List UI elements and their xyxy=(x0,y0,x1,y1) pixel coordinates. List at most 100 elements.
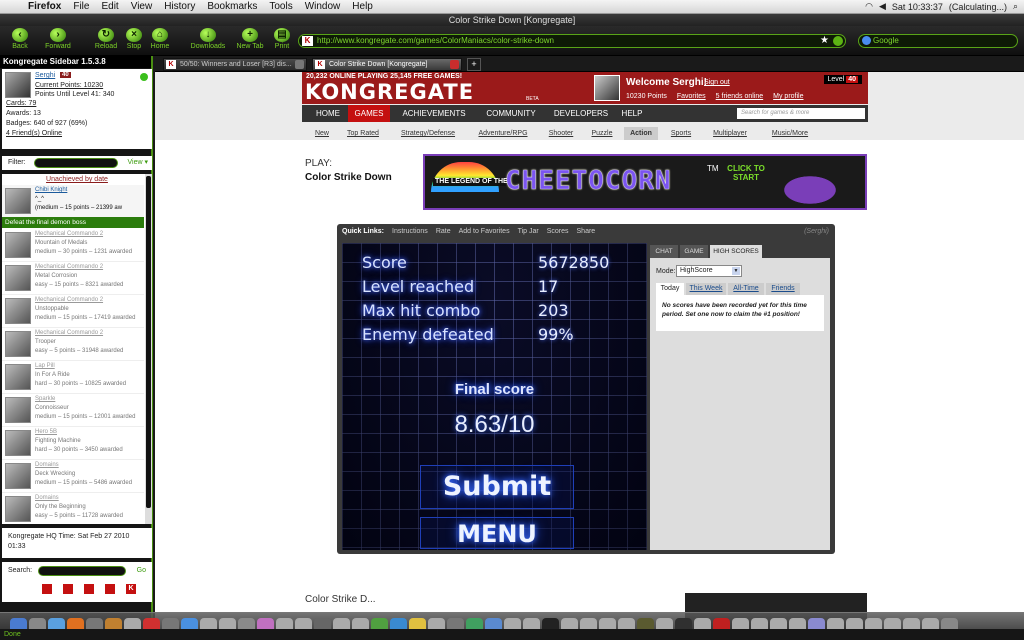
go-icon[interactable] xyxy=(833,36,843,46)
bookmark-star-icon[interactable]: ★ xyxy=(820,35,829,47)
badge-game-name[interactable]: Chibi Knight xyxy=(35,187,67,193)
subnav-music[interactable]: Music/More xyxy=(762,127,818,140)
new-tab-button[interactable]: + New Tab xyxy=(232,28,268,54)
sidebar-search-input[interactable] xyxy=(38,566,126,576)
tab-5050[interactable]: K 50/50: Winners and Loser [R3] dis... xyxy=(163,58,307,71)
sidebar-username[interactable]: Serghi xyxy=(35,72,55,79)
url-bar[interactable]: K http://www.kongregate.com/games/ColorM… xyxy=(298,34,846,48)
list-item[interactable]: Chibi Knight ^_^ (medium – 15 points – 2… xyxy=(2,185,144,218)
list-item[interactable]: Mechanical Commando 2 Metal Corrosion ea… xyxy=(2,262,144,295)
wifi-icon[interactable]: ◠ xyxy=(865,1,873,12)
badge-game-name[interactable]: Domains xyxy=(35,462,59,468)
menu-history[interactable]: History xyxy=(158,1,201,12)
list-item[interactable]: Domains Deck Wrecking medium – 15 points… xyxy=(2,460,144,493)
sidebar-search-go[interactable]: Go xyxy=(137,567,146,574)
current-points[interactable]: Current Points: 10230 xyxy=(35,82,103,89)
nav-developers[interactable]: DEVELOPERS xyxy=(548,105,614,122)
badge-list-scrollbar[interactable] xyxy=(145,174,152,524)
downloads-button[interactable]: ↓ Downloads xyxy=(188,28,228,54)
kongregate-icon[interactable]: K xyxy=(126,584,136,594)
menu-button[interactable]: MENU xyxy=(420,517,574,549)
badge-game-name[interactable]: Hero 5B xyxy=(35,429,57,435)
list-item[interactable]: Sparkle Connoisseur medium – 15 points –… xyxy=(2,394,144,427)
cheetocorn-ad-banner[interactable]: THE LEGEND OF THE CHEETOCORN TM CLICK TO… xyxy=(423,154,867,210)
nav-help[interactable]: HELP xyxy=(618,105,646,122)
mode-select[interactable]: HighScore ▼ xyxy=(676,265,742,277)
tip-jar-link[interactable]: Tip Jar xyxy=(518,228,539,235)
list-item[interactable]: Mechanical Commando 2 Unstoppable medium… xyxy=(2,295,144,328)
game-canvas[interactable]: Score 5672850 Level reached 17 Max hit c… xyxy=(342,243,647,550)
badge-game-name[interactable]: Mechanical Commando 2 xyxy=(35,330,103,336)
list-item[interactable]: Lap Pill In For A Ride hard – 30 points … xyxy=(2,361,144,394)
friends-online-link[interactable]: 5 friends online xyxy=(716,93,763,100)
back-button[interactable]: ‹ Back xyxy=(2,28,38,54)
home-button[interactable]: ⌂ Home xyxy=(142,28,178,54)
chat-icon[interactable] xyxy=(84,584,94,594)
submit-button[interactable]: Submit xyxy=(420,465,574,509)
menu-file[interactable]: File xyxy=(67,1,95,12)
volume-icon[interactable]: ◀ xyxy=(879,1,886,12)
instructions-link[interactable]: Instructions xyxy=(392,228,428,235)
add-to-favorites-link[interactable]: Add to Favorites xyxy=(459,228,510,235)
points-link[interactable]: 10230 Points xyxy=(626,93,667,100)
subnav-action[interactable]: Action xyxy=(624,127,658,140)
tab-high-scores[interactable]: HIGH SCORES xyxy=(710,245,762,258)
rate-link[interactable]: Rate xyxy=(436,228,451,235)
my-profile-link[interactable]: My profile xyxy=(773,93,803,100)
cards-count[interactable]: Cards: 79 xyxy=(6,100,36,107)
menu-view[interactable]: View xyxy=(125,1,159,12)
games-icon[interactable] xyxy=(63,584,73,594)
menu-help[interactable]: Help xyxy=(346,1,379,12)
menu-app-firefox[interactable]: Firefox xyxy=(22,1,67,12)
friends-online-link[interactable]: 4 Friend(s) Online xyxy=(6,130,62,137)
subnav-new[interactable]: New xyxy=(310,127,334,140)
share-link[interactable]: Share xyxy=(577,228,596,235)
sign-out-link[interactable]: Sign out xyxy=(704,79,730,86)
filter-input[interactable] xyxy=(34,158,118,168)
list-item[interactable]: Mechanical Commando 2 Trooper easy – 5 p… xyxy=(2,328,144,361)
subnav-top-rated[interactable]: Top Rated xyxy=(340,127,386,140)
clock[interactable]: Sat 10:33:37 xyxy=(892,2,943,12)
kongregate-logo[interactable]: KONGREGATE xyxy=(305,81,474,103)
tab-all-time[interactable]: All-Time xyxy=(728,283,764,295)
badge-game-name[interactable]: Mechanical Commando 2 xyxy=(35,231,103,237)
list-item[interactable]: Domains Only the Beginning easy – 5 poin… xyxy=(2,493,144,524)
site-search-input[interactable]: Search for games & more xyxy=(737,108,865,119)
favorites-link[interactable]: Favorites xyxy=(677,93,706,100)
forum-icon[interactable] xyxy=(105,584,115,594)
subnav-adventure[interactable]: Adventure/RPG xyxy=(470,127,536,140)
badge-game-name[interactable]: Mechanical Commando 2 xyxy=(35,264,103,270)
list-item[interactable]: Hero 5B Fighting Machine hard – 30 point… xyxy=(2,427,144,460)
badge-game-name[interactable]: Sparkle xyxy=(35,396,55,402)
avatar[interactable] xyxy=(594,75,620,101)
menu-window[interactable]: Window xyxy=(299,1,347,12)
new-tab-plus-icon[interactable]: + xyxy=(467,58,481,71)
tab-today[interactable]: Today xyxy=(656,283,684,295)
subnav-shooter[interactable]: Shooter xyxy=(542,127,580,140)
tab-this-week[interactable]: This Week xyxy=(686,283,726,295)
avatar[interactable] xyxy=(5,72,31,98)
badge-game-name[interactable]: Lap Pill xyxy=(35,363,55,369)
battery-status[interactable]: (Calculating...) xyxy=(949,2,1007,12)
subnav-puzzle[interactable]: Puzzle xyxy=(586,127,618,140)
view-dropdown[interactable]: View ▾ xyxy=(127,156,148,170)
forward-button[interactable]: › Forward xyxy=(40,28,76,54)
tab-chat[interactable]: CHAT xyxy=(650,245,678,258)
tab-color-strike-down[interactable]: K Color Strike Down [Kongregate] xyxy=(312,58,462,71)
search-bar[interactable]: Google xyxy=(858,34,1018,48)
unachieved-by-date-link[interactable]: Unachieved by date xyxy=(2,174,152,185)
subnav-strategy[interactable]: Strategy/Defense xyxy=(392,127,464,140)
banner-cta[interactable]: CLICK TO START xyxy=(725,164,767,182)
scrollbar-thumb[interactable] xyxy=(146,176,151,508)
print-button[interactable]: ▤ Print xyxy=(264,28,300,54)
tab-game[interactable]: GAME xyxy=(680,245,708,258)
subnav-multiplayer[interactable]: Multiplayer xyxy=(704,127,756,140)
nav-achievements[interactable]: ACHIEVEMENTS xyxy=(394,105,474,122)
badge-game-name[interactable]: Mechanical Commando 2 xyxy=(35,297,103,303)
close-tab-icon[interactable] xyxy=(295,60,304,69)
nav-home[interactable]: HOME xyxy=(310,105,346,122)
user-icon[interactable] xyxy=(42,584,52,594)
tab-friends[interactable]: Friends xyxy=(766,283,800,295)
close-tab-icon[interactable] xyxy=(450,60,459,69)
spotlight-icon[interactable]: ⌕ xyxy=(1013,1,1018,12)
